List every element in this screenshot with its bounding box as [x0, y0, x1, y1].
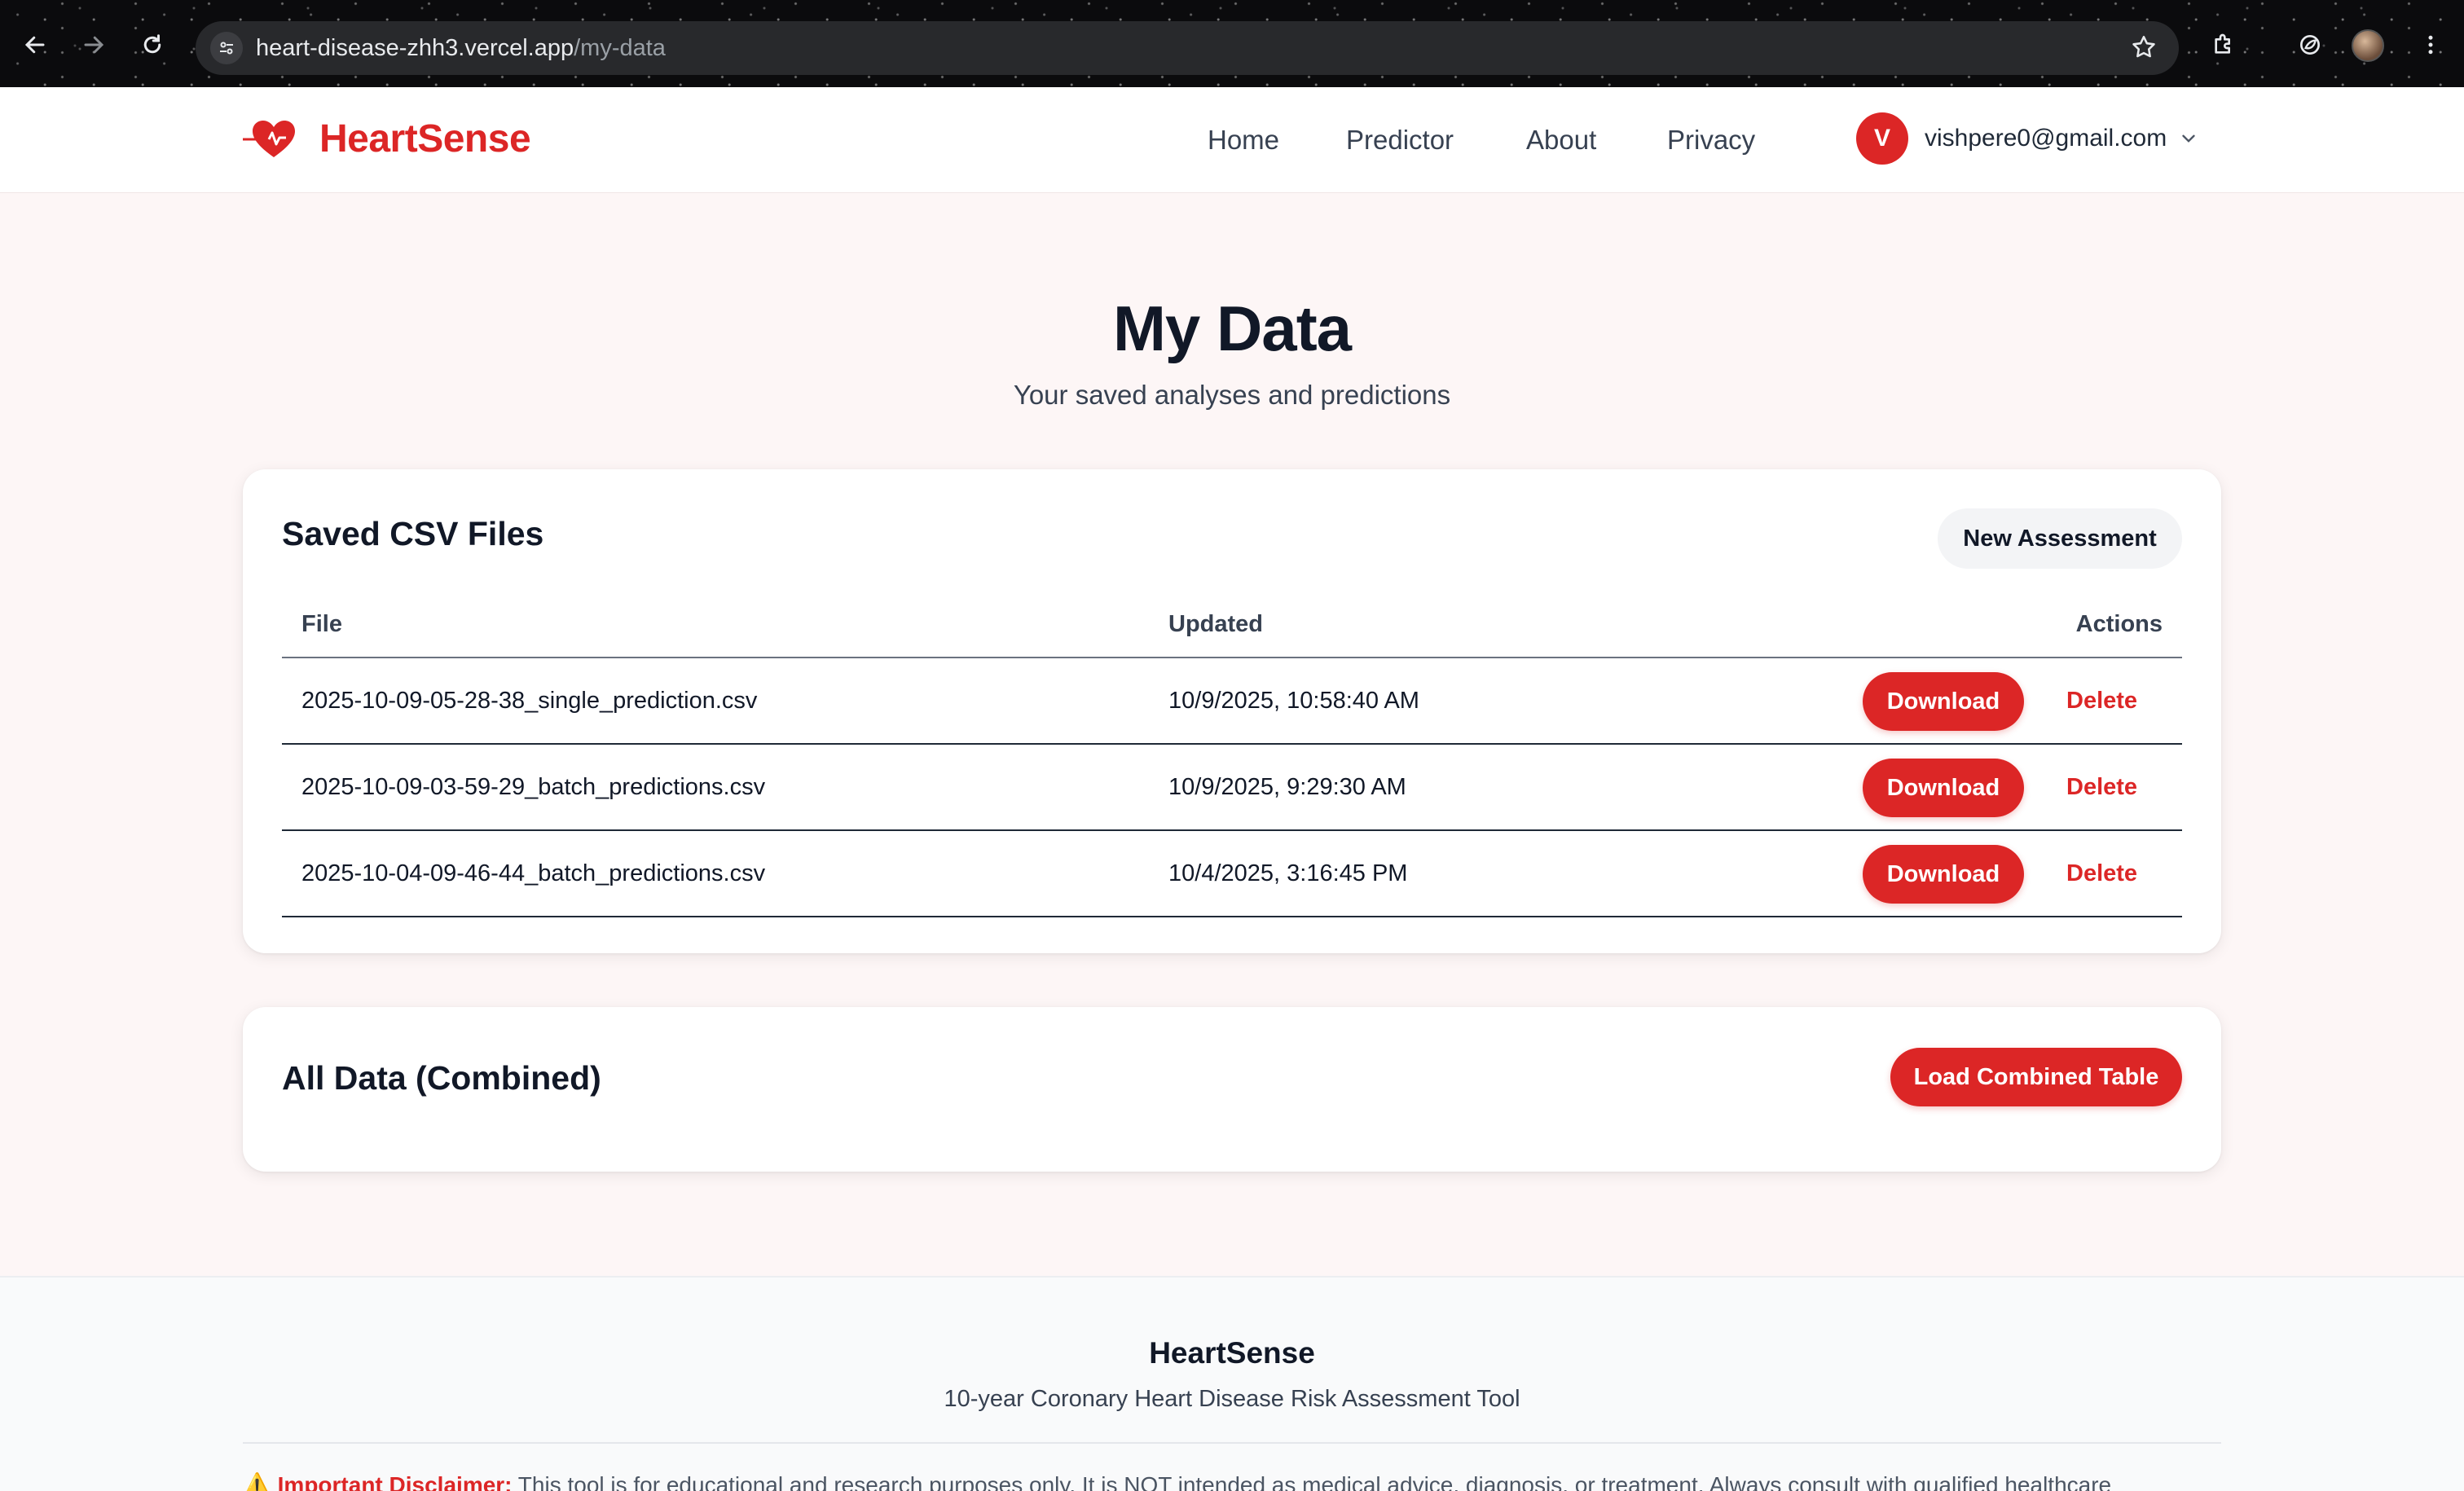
arrow-right-icon: [84, 36, 104, 54]
footer-divider: [243, 1442, 2221, 1444]
column-updated: Updated: [1168, 611, 1263, 637]
address-bar[interactable]: heart-disease-zhh3.vercel.app/my-data: [196, 21, 2179, 75]
nav-about[interactable]: About: [1526, 125, 1596, 156]
delete-link[interactable]: Delete: [2066, 774, 2137, 801]
site-header: HeartSense Home Predictor About Privacy …: [0, 87, 2464, 193]
saved-files-title: Saved CSV Files: [282, 515, 544, 552]
download-button[interactable]: Download: [1863, 672, 2024, 731]
browser-menu-button[interactable]: [2410, 24, 2451, 65]
brand-logo[interactable]: HeartSense: [241, 117, 531, 161]
nav-home[interactable]: Home: [1208, 125, 1279, 156]
column-actions: Actions: [2075, 611, 2163, 637]
column-file: File: [301, 611, 342, 637]
new-assessment-button[interactable]: New Assessment: [1938, 508, 2182, 569]
download-button[interactable]: Download: [1863, 845, 2024, 904]
leaf-icon: [2300, 35, 2320, 55]
heart-pulse-icon: [243, 120, 295, 157]
file-name: 2025-10-09-03-59-29_batch_predictions.cs…: [301, 774, 766, 800]
site-settings-icon[interactable]: [210, 32, 243, 64]
bookmark-star-icon[interactable]: [2130, 33, 2158, 65]
delete-link[interactable]: Delete: [2066, 860, 2137, 887]
user-menu[interactable]: V vishpere0@gmail.com: [1856, 112, 2199, 165]
page-subtitle: Your saved analyses and predictions: [1013, 380, 1451, 410]
load-combined-table-button[interactable]: Load Combined Table: [1890, 1048, 2182, 1106]
updated-time: 10/4/2025, 3:16:45 PM: [1168, 860, 1408, 886]
combined-data-card: All Data (Combined) Load Combined Table: [243, 1007, 2221, 1172]
user-avatar: V: [1856, 112, 1908, 165]
url-path: /my-data: [574, 35, 666, 61]
profile-avatar[interactable]: [2352, 29, 2384, 62]
page-title: My Data: [1112, 292, 1352, 364]
nav-predictor[interactable]: Predictor: [1346, 125, 1454, 156]
arrow-left-icon: [24, 36, 45, 54]
files-table: File Updated Actions 2025-10-09-05-28-38…: [282, 592, 2182, 917]
more-vert-icon: [2428, 35, 2433, 55]
chevron-down-icon: [2182, 134, 2195, 143]
table-row: 2025-10-09-03-59-29_batch_predictions.cs…: [282, 745, 2182, 831]
disclaimer-label: Important Disclaimer:: [277, 1472, 513, 1491]
brand-name: HeartSense: [319, 117, 531, 161]
file-name: 2025-10-09-05-28-38_single_prediction.cs…: [301, 688, 758, 714]
back-button[interactable]: [15, 24, 55, 65]
browser-toolbar: heart-disease-zhh3.vercel.app/my-data: [0, 0, 2464, 87]
disclaimer-text: This tool is for educational and researc…: [517, 1472, 2112, 1491]
table-row: 2025-10-09-05-28-38_single_prediction.cs…: [282, 658, 2182, 745]
extensions-button[interactable]: [2203, 24, 2244, 65]
updated-time: 10/9/2025, 9:29:30 AM: [1168, 774, 1406, 800]
url-text: heart-disease-zhh3.vercel.app/my-data: [256, 35, 666, 61]
saved-files-card: Saved CSV Files New Assessment File Upda…: [243, 469, 2221, 953]
footer-subtitle: 10-year Coronary Heart Disease Risk Asse…: [944, 1386, 1520, 1412]
table-header: File Updated Actions: [282, 592, 2182, 658]
footer-title: HeartSense: [1149, 1336, 1315, 1370]
extension-leaf-button[interactable]: [2290, 24, 2330, 65]
puzzle-icon: [2215, 33, 2230, 54]
user-email: vishpere0@gmail.com: [1925, 125, 2167, 152]
table-row: 2025-10-04-09-46-44_batch_predictions.cs…: [282, 831, 2182, 917]
nav-privacy[interactable]: Privacy: [1667, 125, 1755, 156]
file-name: 2025-10-04-09-46-44_batch_predictions.cs…: [301, 860, 766, 886]
site-footer: HeartSense 10-year Coronary Heart Diseas…: [0, 1276, 2464, 1491]
delete-link[interactable]: Delete: [2066, 688, 2137, 715]
combined-data-title: All Data (Combined): [282, 1059, 601, 1097]
warning-icon: ⚠️: [243, 1472, 271, 1491]
reload-icon: [143, 34, 161, 54]
forward-button[interactable]: [73, 24, 114, 65]
updated-time: 10/9/2025, 10:58:40 AM: [1168, 688, 1419, 714]
url-host: heart-disease-zhh3.vercel.app: [256, 35, 574, 61]
download-button[interactable]: Download: [1863, 759, 2024, 817]
reload-button[interactable]: [132, 24, 173, 65]
disclaimer: ⚠️ Important Disclaimer: This tool is fo…: [243, 1471, 2231, 1491]
